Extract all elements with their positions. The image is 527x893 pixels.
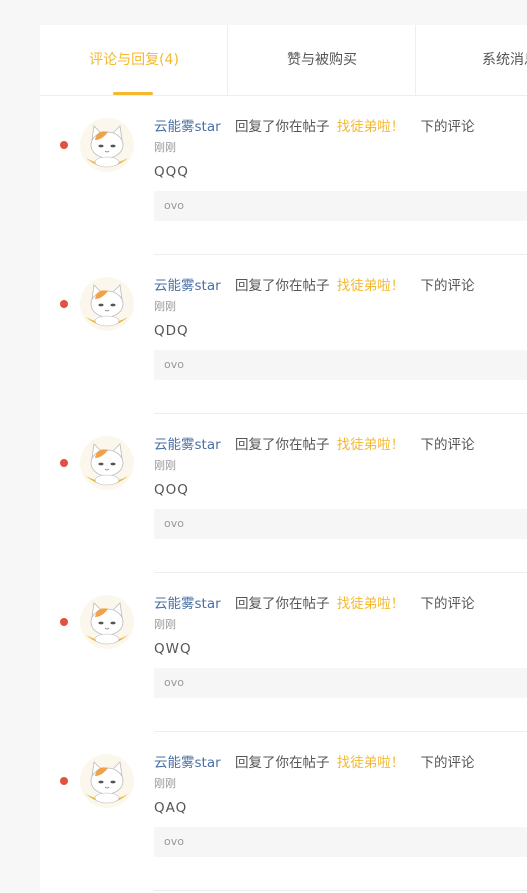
action-text: 回复了你在帖子 — [234, 437, 330, 453]
notification-content: 云能雾star 回复了你在帖子 找徒弟啦！ 下的评论 刚刚 QOQ ovo — [154, 436, 527, 539]
unread-dot — [60, 618, 68, 626]
post-title-link[interactable]: 找徒弟啦！ — [337, 119, 405, 135]
notification-panel: 评论与回复(4) 赞与被购买 系统消息 — [40, 25, 527, 893]
active-tab-indicator — [113, 92, 153, 95]
notification-summary: 云能雾star 回复了你在帖子 找徒弟啦！ 下的评论 — [154, 436, 527, 454]
username-link[interactable]: 云能雾star — [154, 119, 221, 135]
post-title-link[interactable]: 找徒弟啦！ — [337, 437, 405, 453]
unread-dot — [60, 141, 68, 149]
reply-text: QAQ — [154, 800, 188, 816]
reply-text: QWQ — [154, 641, 192, 657]
cat-avatar-icon[interactable] — [80, 595, 134, 649]
action-suffix: 下的评论 — [420, 119, 475, 135]
timestamp: 刚刚 — [154, 459, 176, 472]
tab-comments-replies[interactable]: 评论与回复(4) — [40, 25, 228, 95]
unread-dot — [60, 777, 68, 785]
post-title-link[interactable]: 找徒弟啦！ — [337, 755, 405, 771]
timestamp: 刚刚 — [154, 300, 176, 313]
notification-item[interactable]: 云能雾star 回复了你在帖子 找徒弟啦！ 下的评论 刚刚 QDQ ovo — [40, 255, 527, 414]
notification-content: 云能雾star 回复了你在帖子 找徒弟啦！ 下的评论 刚刚 QQQ ovo — [154, 118, 527, 221]
unread-dot — [60, 300, 68, 308]
action-suffix: 下的评论 — [420, 596, 475, 612]
username-link[interactable]: 云能雾star — [154, 596, 221, 612]
quoted-comment: ovo — [154, 191, 527, 221]
notification-summary: 云能雾star 回复了你在帖子 找徒弟啦！ 下的评论 — [154, 277, 527, 295]
action-suffix: 下的评论 — [420, 755, 475, 771]
post-title-link[interactable]: 找徒弟啦！ — [337, 278, 405, 294]
quoted-comment: ovo — [154, 509, 527, 539]
notification-summary: 云能雾star 回复了你在帖子 找徒弟啦！ 下的评论 — [154, 595, 527, 613]
notification-item[interactable]: 云能雾star 回复了你在帖子 找徒弟啦！ 下的评论 刚刚 QOQ ovo — [40, 414, 527, 573]
reply-text: QOQ — [154, 482, 189, 498]
notification-item[interactable]: 云能雾star 回复了你在帖子 找徒弟啦！ 下的评论 刚刚 QWQ ovo — [40, 573, 527, 732]
reply-text: QDQ — [154, 323, 189, 339]
notification-summary: 云能雾star 回复了你在帖子 找徒弟啦！ 下的评论 — [154, 754, 527, 772]
timestamp: 刚刚 — [154, 618, 176, 631]
tab-label: 系统消息 — [482, 52, 527, 68]
tab-system-messages[interactable]: 系统消息 — [415, 25, 527, 95]
notification-item[interactable]: 云能雾star 回复了你在帖子 找徒弟啦！ 下的评论 刚刚 QQQ ovo — [40, 96, 527, 255]
unread-dot — [60, 459, 68, 467]
cat-avatar-icon[interactable] — [80, 754, 134, 808]
tab-bar: 评论与回复(4) 赞与被购买 系统消息 — [40, 25, 527, 96]
notification-summary: 云能雾star 回复了你在帖子 找徒弟啦！ 下的评论 — [154, 118, 527, 136]
username-link[interactable]: 云能雾star — [154, 755, 221, 771]
action-text: 回复了你在帖子 — [234, 755, 330, 771]
quoted-comment: ovo — [154, 827, 527, 857]
action-text: 回复了你在帖子 — [234, 596, 330, 612]
action-suffix: 下的评论 — [420, 437, 475, 453]
timestamp: 刚刚 — [154, 777, 176, 790]
notification-content: 云能雾star 回复了你在帖子 找徒弟啦！ 下的评论 刚刚 QWQ ovo — [154, 595, 527, 698]
cat-avatar-icon[interactable] — [80, 436, 134, 490]
quoted-comment: ovo — [154, 350, 527, 380]
notification-item[interactable]: 云能雾star 回复了你在帖子 找徒弟啦！ 下的评论 刚刚 QAQ ovo — [40, 732, 527, 891]
action-text: 回复了你在帖子 — [234, 278, 330, 294]
tab-label: 赞与被购买 — [287, 52, 357, 68]
cat-avatar-icon[interactable] — [80, 277, 134, 331]
username-link[interactable]: 云能雾star — [154, 437, 221, 453]
action-suffix: 下的评论 — [420, 278, 475, 294]
username-link[interactable]: 云能雾star — [154, 278, 221, 294]
reply-text: QQQ — [154, 164, 189, 180]
tab-label: 评论与回复(4) — [89, 52, 179, 68]
notification-content: 云能雾star 回复了你在帖子 找徒弟啦！ 下的评论 刚刚 QDQ ovo — [154, 277, 527, 380]
tab-likes-purchases[interactable]: 赞与被购买 — [227, 25, 416, 95]
quoted-comment: ovo — [154, 668, 527, 698]
notification-content: 云能雾star 回复了你在帖子 找徒弟啦！ 下的评论 刚刚 QAQ ovo — [154, 754, 527, 857]
post-title-link[interactable]: 找徒弟啦！ — [337, 596, 405, 612]
divider — [154, 890, 527, 891]
cat-avatar-icon[interactable] — [80, 118, 134, 172]
timestamp: 刚刚 — [154, 141, 176, 154]
action-text: 回复了你在帖子 — [234, 119, 330, 135]
